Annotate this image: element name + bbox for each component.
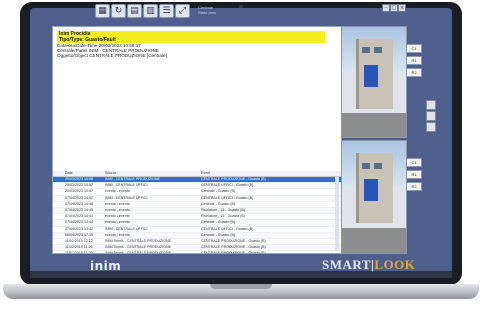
cell-source: evento - evento bbox=[105, 214, 130, 219]
cell-event: Centrale - Guasto (B) bbox=[201, 232, 236, 237]
cell-date: 11/02/2019 11:26 bbox=[65, 245, 93, 250]
minimize-button[interactable]: – bbox=[382, 4, 390, 12]
cell-source: INIM Tecnik - CENTRALE PRODUZIONE bbox=[105, 251, 171, 253]
cell-source: evento - evento bbox=[105, 220, 130, 225]
detail-value: CENTRALE PRODUZIONE [Centrale] bbox=[89, 53, 167, 58]
cell-date: 07/04/2023 13:44 bbox=[65, 220, 93, 225]
smartlook-logo: SMART|LOOK bbox=[322, 257, 415, 273]
window bbox=[374, 163, 382, 169]
window bbox=[362, 163, 370, 169]
column-event[interactable]: Event bbox=[201, 171, 210, 175]
cell-source: INIM Tecnik - CENTRALE PRODUZIONE bbox=[105, 245, 172, 250]
window bbox=[362, 47, 370, 53]
cell-source: evento - evento bbox=[105, 232, 130, 237]
cell-event: Centrale - Guasto (B) bbox=[201, 189, 236, 194]
cam-button-c1[interactable]: C1 bbox=[406, 44, 422, 53]
camera-view-2[interactable] bbox=[341, 140, 407, 254]
maximize-button[interactable]: □ bbox=[390, 4, 398, 12]
cell-source: evento - evento bbox=[105, 201, 130, 206]
zoom-icon[interactable] bbox=[426, 100, 436, 110]
cell-date: 11/02/2019 12:12 bbox=[65, 238, 93, 243]
cell-date: 20/03/2023 10:58 bbox=[65, 177, 93, 181]
cell-event: CENTRALE UFFICI - Guasto (B) bbox=[201, 226, 254, 231]
building-icon[interactable]: ▥ bbox=[143, 4, 158, 18]
close-button[interactable]: × bbox=[398, 4, 406, 12]
cell-date: 07/04/2023 14:52 bbox=[65, 195, 93, 200]
cell-source: INIM - CENTRALE UFFICI bbox=[105, 195, 148, 200]
cell-source: INIM - CENTRALE UFFICI bbox=[105, 183, 148, 188]
refresh-icon[interactable]: ↻ bbox=[111, 4, 126, 18]
cell-date: 06/04/2023 17:35 bbox=[65, 232, 93, 237]
cell-date: 07/04/2023 14:48 bbox=[65, 201, 93, 206]
inim-logo: inim bbox=[90, 259, 122, 273]
status-line-2: Stato prov bbox=[198, 10, 217, 15]
cell-event: CENTRALE UFFICI - Guasto (B) bbox=[201, 195, 254, 200]
cell-source: evento - evento bbox=[105, 207, 130, 212]
event-detail: Inim Procidia Tipo/Type: Guasto/Fault Da… bbox=[57, 31, 325, 69]
cam-button-r2[interactable]: R2 bbox=[406, 182, 422, 191]
cell-source: INIM Tecnik - CENTRALE PRODUZIONE bbox=[105, 238, 172, 243]
window bbox=[374, 47, 382, 53]
blue-panel bbox=[364, 65, 378, 87]
settings-icon[interactable] bbox=[426, 111, 436, 121]
column-date[interactable]: Date bbox=[65, 171, 73, 175]
column-source[interactable]: Source bbox=[105, 171, 116, 175]
cell-source: evento - evento bbox=[105, 189, 130, 194]
cell-date: 07/04/2023 14:44 bbox=[65, 214, 93, 219]
cell-event: CENTRALE PRODUZIONE - Guasto (B) bbox=[201, 251, 266, 253]
table-row[interactable]: 11/02/2019 11:26 INIM Tecnik - CENTRALE P… bbox=[53, 251, 341, 253]
cam-button-r2[interactable]: R2 bbox=[406, 68, 422, 77]
grid-icon[interactable]: ▦ bbox=[95, 4, 110, 18]
toolbar-status: Centrale Stato prov bbox=[198, 5, 216, 15]
blue-panel bbox=[364, 179, 378, 201]
cam-button-r1[interactable]: R1 bbox=[406, 56, 422, 65]
table-scrollbar[interactable] bbox=[335, 177, 339, 251]
road bbox=[342, 228, 406, 253]
event-table: Date Source Event 20/03/2023 10:58 INIM -… bbox=[53, 171, 341, 253]
cell-source: INIM - CENTRALE PRODUZIONE bbox=[105, 177, 160, 181]
expand-icon[interactable]: ⤢ bbox=[175, 4, 190, 18]
cell-date: 07/04/2023 14:45 bbox=[65, 207, 93, 212]
top-toolbar: ▦ ↻ ▤ ▥ ☰ ⤢ Centrale Stato prov bbox=[65, 4, 395, 20]
cam-button-r1[interactable]: R1 bbox=[406, 170, 422, 179]
cam-button-c1[interactable]: C1 bbox=[406, 158, 422, 167]
cell-source: INIM - CENTRALE UFFICI bbox=[105, 226, 148, 231]
list-icon[interactable]: ☰ bbox=[159, 4, 174, 18]
detail-row: Oggetto/Object CENTRALE PRODUZIONE [Cent… bbox=[57, 53, 325, 58]
laptop-notch bbox=[210, 284, 272, 289]
camera-icon[interactable] bbox=[426, 122, 436, 132]
cell-event: Rivelatore - 15 - Guasto (B) bbox=[201, 214, 245, 219]
logo-smart: SMART bbox=[322, 257, 371, 272]
cell-event: CENTRALE UFFICI - Guasto (B) bbox=[201, 183, 254, 188]
cell-date: 11/02/2019 11:26 bbox=[65, 251, 92, 253]
camera-view-1[interactable] bbox=[341, 26, 407, 138]
cell-event: CENTRALE PRODUZIONE - Guasto (B) bbox=[201, 177, 266, 181]
cell-date: 20/03/2023 10:57 bbox=[65, 183, 93, 188]
cell-event: CENTRALE PRODUZIONE - Guasto (B) bbox=[201, 238, 266, 243]
side-tool-strip bbox=[426, 100, 436, 140]
cell-event: Centrale - Guasto (B) bbox=[201, 201, 236, 206]
road bbox=[342, 112, 406, 137]
logo-look: LOOK bbox=[374, 257, 416, 272]
event-panel: Inim Procidia Tipo/Type: Guasto/Fault Da… bbox=[52, 26, 342, 254]
cell-date: 20/03/2023 10:57 bbox=[65, 189, 93, 194]
cell-event: CENTRALE PRODUZIONE - Guasto (B) bbox=[201, 245, 266, 250]
cell-event: Rivelatore - 15 - Guasto (B) bbox=[201, 207, 245, 212]
cell-event: Centrale - Guasto (B) bbox=[201, 220, 236, 225]
detail-key: Oggetto/Object bbox=[57, 53, 88, 58]
doc-icon[interactable]: ▤ bbox=[127, 4, 142, 18]
cell-date: 07/04/2023 13:42 bbox=[65, 226, 93, 231]
